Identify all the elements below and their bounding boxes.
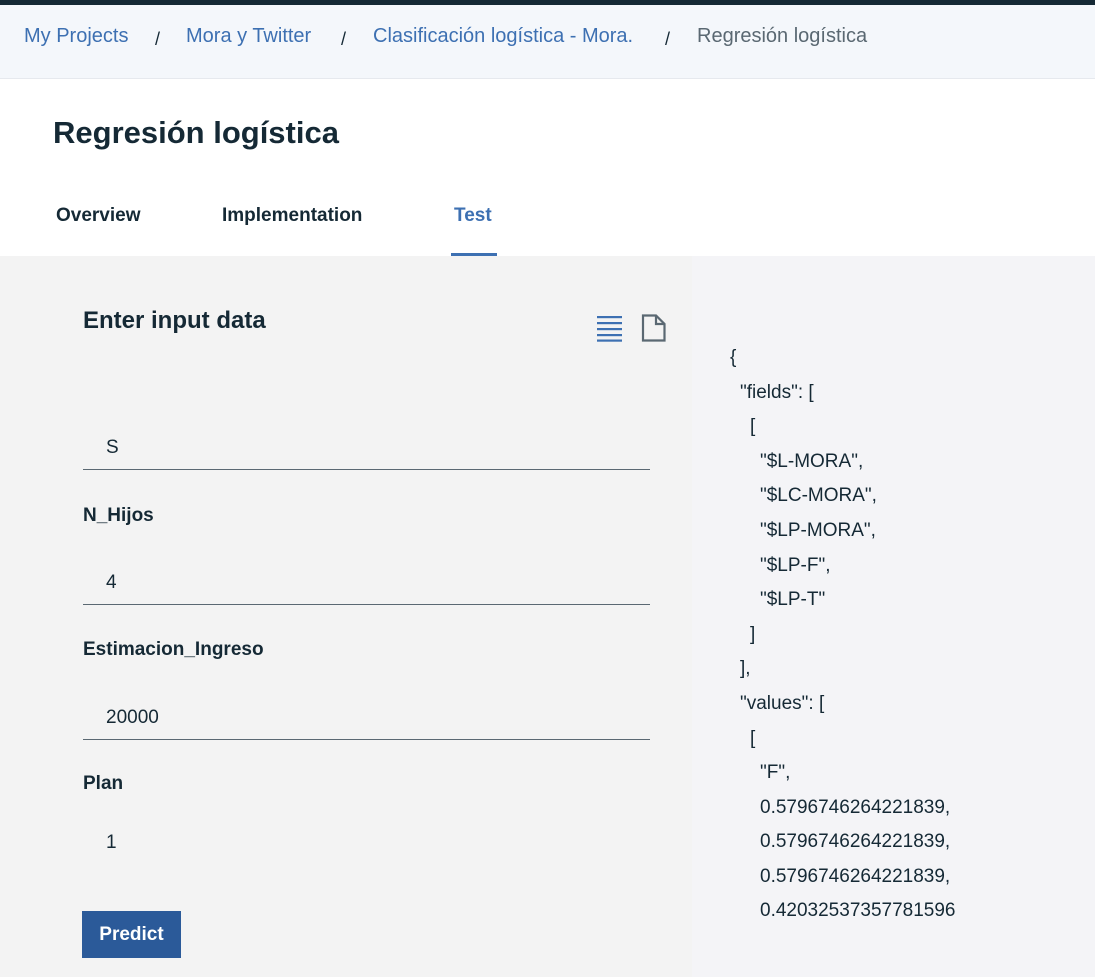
json-line: ] [750,624,756,645]
document-icon[interactable] [641,314,669,342]
tab-implementation[interactable]: Implementation [222,205,362,227]
json-line: { [730,347,737,368]
n-hijos-input[interactable] [83,561,650,605]
breadcrumb-mora-y-twitter[interactable]: Mora y Twitter [186,25,311,48]
field-label-estimacion-ingreso: Estimacion_Ingreso [83,639,264,660]
json-line: 0.42032537357781596 [760,900,956,921]
breadcrumb-separator: / [341,29,347,49]
breadcrumb-clasificacion-logistica[interactable]: Clasificación logística - Mora. [373,25,633,48]
json-line: "$LC-MORA", [760,485,877,506]
json-line: 0.5796746264221839, [760,797,951,818]
json-line: "$L-MORA", [760,451,864,472]
breadcrumb-separator: / [665,29,671,49]
json-line: ], [740,658,751,679]
estimacion-ingreso-input[interactable] [83,696,650,740]
plan-input[interactable] [83,821,650,865]
json-line: [ [750,416,756,437]
page-header: Regresión logística Overview Implementat… [0,79,1095,256]
field-label-plan: Plan [83,773,124,794]
json-line: 0.5796746264221839, [760,831,951,852]
json-preview-panel: { "fields": [ [ "$L-MORA", "$LC-MORA", "… [692,256,1095,977]
section-title: Enter input data [83,307,266,334]
breadcrumb-separator: / [155,29,161,49]
json-line: 0.5796746264221839, [760,866,951,887]
breadcrumb-current: Regresión logística [697,25,868,47]
json-line: [ [750,728,756,749]
json-line: "$LP-MORA", [760,520,876,541]
predict-button[interactable]: Predict [82,911,181,958]
field-label-n-hijos: N_Hijos [83,505,154,526]
json-line: "values": [ [740,693,825,714]
page-title: Regresión logística [53,115,339,150]
input-data-panel: Enter input data N_Hijos Estimacion_Ingr… [0,256,692,977]
breadcrumb: My Projects / Mora y Twitter / Clasifica… [0,5,1095,79]
json-line: "fields": [ [740,382,814,403]
json-line: "$LP-T" [760,589,826,610]
breadcrumb-my-projects[interactable]: My Projects [24,25,128,48]
list-view-icon[interactable] [596,314,624,342]
json-line: "$LP-F", [760,555,831,576]
tab-test[interactable]: Test [454,205,492,227]
tab-overview[interactable]: Overview [56,205,141,227]
field-0-input[interactable] [83,426,650,470]
json-line: "F", [760,762,791,783]
